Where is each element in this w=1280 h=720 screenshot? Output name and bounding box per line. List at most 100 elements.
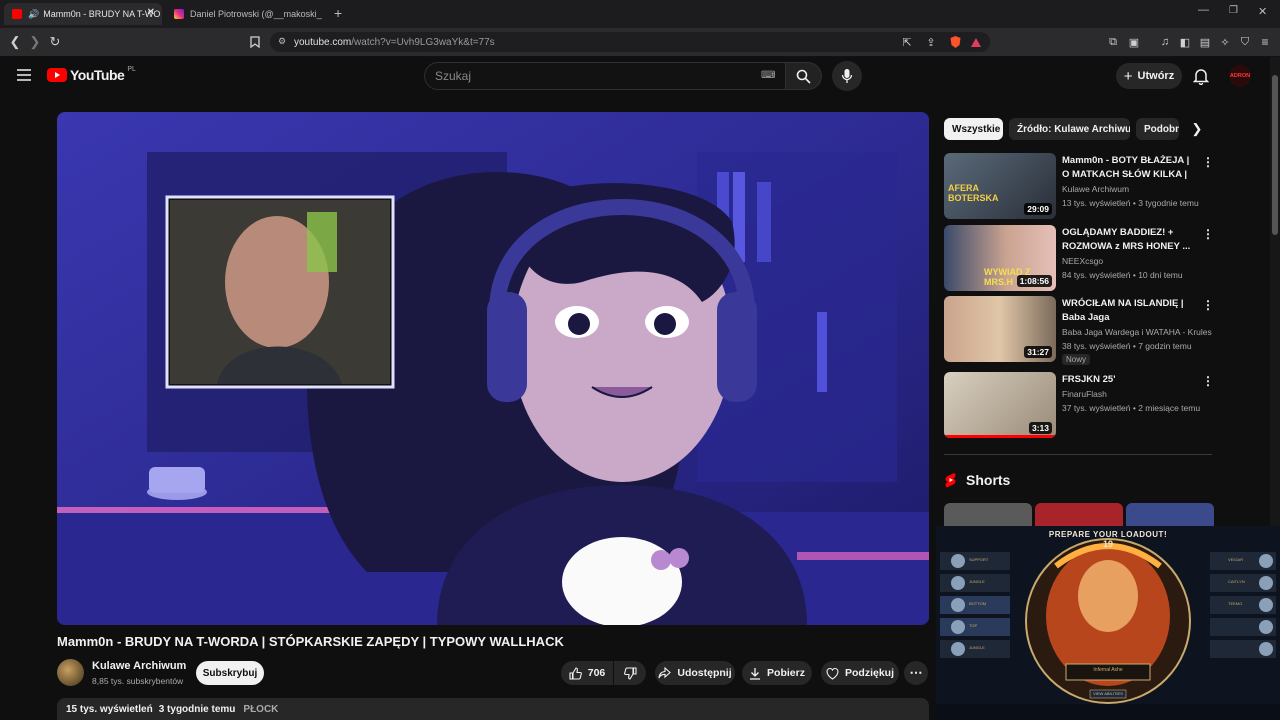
minimize-icon[interactable]: — [1198,4,1209,16]
short-thumbnail[interactable] [1035,503,1123,527]
youtube-favicon-icon [12,9,22,19]
list-item[interactable]: 3:13 FRSJKN 25' FinaruFlash 37 tys. wyśw… [944,372,1224,440]
more-vertical-icon[interactable]: ⋮ [1202,298,1214,312]
create-label: Utwórz [1137,70,1175,82]
chips-next-icon[interactable]: ❯ [1186,118,1208,140]
more-vertical-icon[interactable]: ⋮ [1202,227,1214,241]
shorts-title: Shorts [966,472,1011,488]
like-count: 706 [587,667,606,679]
video-title[interactable]: OGLĄDAMY BADDIEZ! + ROZMOWA z MRS HONEY … [1062,226,1196,254]
download-label: Pobierz [767,667,805,679]
channel-name[interactable]: Kulawe Archiwum [92,660,186,672]
close-window-icon[interactable]: ✕ [1258,5,1267,18]
share-button[interactable]: Udostępnij [655,661,735,685]
video-meta: 13 tys. wyświetleń • 3 tygodnie temu [1062,198,1199,208]
thanks-button[interactable]: Podziękuj [821,661,899,685]
game-player-name: CAITLYN [1228,579,1245,584]
tab-instagram[interactable]: Daniel Piotrowski (@__makoski__) • Z [166,3,322,25]
video-meta: 84 tys. wyświetleń • 10 dni temu [1062,270,1183,280]
duration-badge: 3:13 [1028,422,1052,434]
search-button[interactable] [786,62,822,90]
shorts-icon [945,473,956,488]
reload-icon[interactable]: ↻ [46,33,64,51]
chip-all[interactable]: Wszystkie [944,118,1003,140]
sidebar-toggle-icon[interactable]: ◧ [1176,33,1194,51]
description-box[interactable]: 15 tys. wyświetleń 3 tygodnie temu PŁOCK [57,698,929,720]
brave-shield-icon[interactable] [946,33,964,51]
ai-sparkle-icon[interactable]: ✧ [1216,33,1234,51]
youtube-logo[interactable]: YouTube PL [47,65,136,83]
dislike-button[interactable] [614,661,646,685]
scrollbar-thumb[interactable] [1272,75,1278,235]
divider [944,454,1212,455]
chip-related[interactable]: Podobne [1136,118,1179,140]
tab-youtube[interactable]: 🔊 Mamm0n - BRUDY NA T-WO ✕ [4,3,162,25]
video-title[interactable]: WRÓCIŁAM NA ISLANDIĘ | Baba Jaga [1062,297,1196,325]
search-icon [796,69,811,84]
url-bar[interactable]: ⚙ youtube.com/watch?v=Uvh9LG3waYk&t=77s [270,32,990,52]
forward-icon[interactable]: ❯ [26,33,44,51]
url-host: youtube.com [294,36,352,48]
instagram-favicon-icon [174,9,184,19]
watched-progress [944,435,1056,438]
more-vertical-icon[interactable]: ⋮ [1202,374,1214,388]
video-thumbnail[interactable]: 31:27 [944,296,1056,362]
thumbs-down-icon [623,666,637,680]
notifications-bell-icon[interactable] [1192,67,1210,90]
search-input[interactable]: Szukaj ⌨ [424,62,786,90]
reader-icon[interactable]: ▣ [1125,33,1143,51]
open-external-icon[interactable]: ⇱ [898,33,916,51]
location-tag[interactable]: PŁOCK [243,704,278,715]
rewards-icon[interactable] [967,33,985,51]
game-role: JUNGLE [969,579,985,584]
channel-name[interactable]: NEEXcsgo [1062,256,1212,266]
vpn-icon[interactable]: ⛉ [1236,33,1254,51]
video-thumbnail[interactable]: 3:13 [944,372,1056,438]
region-code: PL [127,65,136,73]
list-item[interactable]: WYWIAD Z MRS.H 1:08:56 OGLĄDAMY BADDIEZ!… [944,225,1224,293]
chip-source-channel[interactable]: Źródło: Kulawe Archiwum [1009,118,1130,140]
menu-icon[interactable]: ≡ [1256,33,1274,51]
music-icon[interactable]: ♫ [1156,33,1174,51]
game-role: JUNGLE [969,645,985,650]
more-actions-button[interactable]: ⋯ [904,661,928,685]
like-button[interactable]: 706 [561,661,613,685]
maximize-icon[interactable]: ❐ [1229,5,1238,16]
video-player[interactable] [57,112,929,625]
game-role: BOTTOM [969,601,987,606]
list-item[interactable]: AFERA BOTERSKA 29:09 Mamm0n - BOTY BŁAŻE… [944,153,1224,221]
keyboard-icon[interactable]: ⌨ [761,70,775,81]
view-count: 15 tys. wyświetleń [66,703,153,715]
video-title[interactable]: Mamm0n - BOTY BŁAŻEJA | O MATKACH SŁÓW K… [1062,154,1196,182]
share-icon[interactable]: ⇪ [922,33,940,51]
subscribe-button[interactable]: Subskrybuj [196,661,264,685]
site-info-icon[interactable]: ⚙ [278,36,286,47]
list-item[interactable]: 31:27 WRÓCIŁAM NA ISLANDIĘ | Baba Jaga B… [944,296,1224,365]
close-tab-icon[interactable]: ✕ [147,7,155,18]
game-player-name: VEIGAR [1228,557,1244,562]
hamburger-menu-icon[interactable] [16,68,32,87]
video-title: Mamm0n - BRUDY NA T-WORDA | STÓPKARSKIE … [57,634,564,649]
back-icon[interactable]: ❮ [6,33,24,51]
avatar[interactable]: ADRON [1229,65,1251,87]
short-thumbnail[interactable] [1126,503,1214,527]
channel-avatar[interactable] [57,659,84,686]
create-button[interactable]: + Utwórz [1116,63,1182,89]
channel-name[interactable]: Baba Jaga Wardega i WATAHA - Krulest... [1062,327,1212,337]
voice-search-button[interactable] [832,61,862,91]
short-thumbnail[interactable] [944,503,1032,527]
video-meta: 38 tys. wyświetleń • 7 godzin temu [1062,341,1192,351]
extensions-icon[interactable]: ⧉ [1104,33,1122,51]
game-role: SUPPORT [969,557,989,562]
bookmark-icon[interactable] [246,33,264,51]
video-thumbnail[interactable]: AFERA BOTERSKA 29:09 [944,153,1056,219]
download-button[interactable]: Pobierz [742,661,812,685]
more-vertical-icon[interactable]: ⋮ [1202,155,1214,169]
video-title[interactable]: FRSJKN 25' [1062,373,1196,387]
new-tab-button[interactable]: + [334,5,342,21]
logo-text: YouTube [70,67,125,83]
wallet-icon[interactable]: ▤ [1196,33,1214,51]
channel-name[interactable]: FinaruFlash [1062,389,1212,399]
video-thumbnail[interactable]: WYWIAD Z MRS.H 1:08:56 [944,225,1056,291]
channel-name[interactable]: Kulawe Archiwum [1062,184,1212,194]
